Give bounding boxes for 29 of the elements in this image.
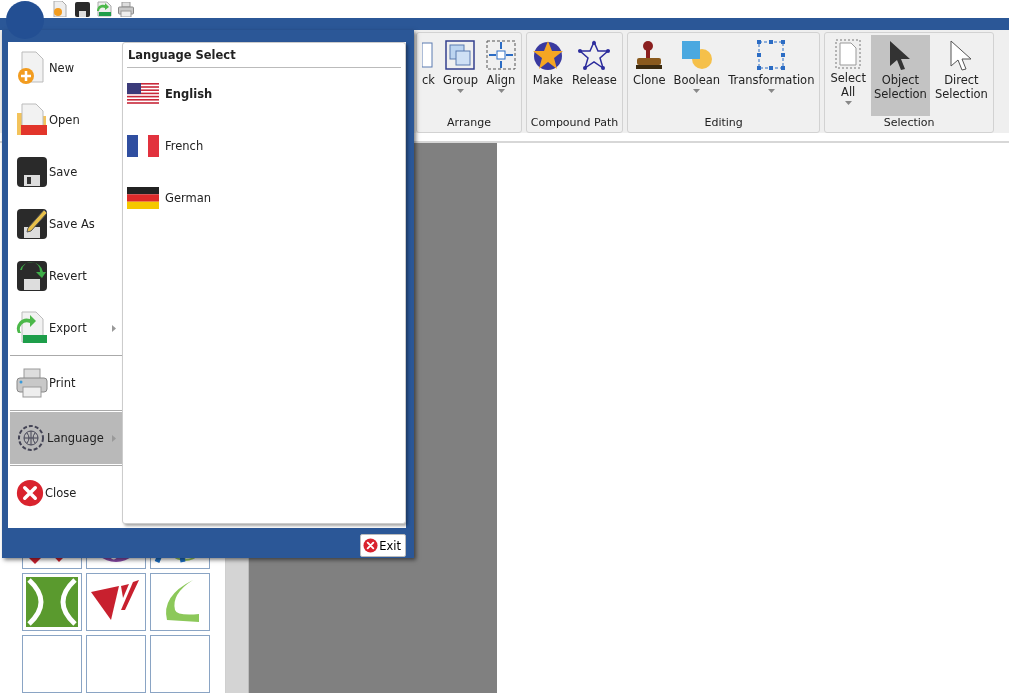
language-option[interactable]: English	[127, 68, 401, 120]
menu-item[interactable]: Save	[10, 146, 122, 198]
ribbon-button[interactable]: Direct Selection	[931, 34, 991, 116]
menu-item[interactable]: New	[10, 42, 122, 94]
group-label: Editing	[703, 115, 744, 131]
menu-item[interactable]: Open	[10, 94, 122, 146]
group-label: Selection	[882, 115, 936, 131]
menu-item[interactable]: Close	[10, 467, 122, 519]
ribbon-button[interactable]: Transformation	[725, 34, 818, 116]
menu-item[interactable]: Export	[10, 302, 122, 354]
language-option[interactable]: French	[127, 120, 401, 172]
submenu-title: Language Select	[127, 43, 401, 68]
ribbon-button[interactable]: Release	[569, 34, 620, 116]
ribbon-button[interactable]: Object Selection	[870, 34, 930, 116]
menu-item[interactable]: Print	[10, 357, 122, 409]
ribbon-button[interactable]: Select All	[827, 34, 869, 116]
group-label: Arrange	[446, 115, 492, 131]
ribbon-button[interactable]: ck	[419, 34, 438, 116]
exit-button[interactable]: Exit	[360, 534, 406, 557]
menu-item[interactable]: Language	[10, 412, 122, 464]
ribbon-button[interactable]: Clone	[629, 34, 669, 116]
menu-item[interactable]: Revert	[10, 250, 122, 302]
ribbon-button[interactable]: Boolean	[670, 34, 724, 116]
menu-item[interactable]: Save As	[10, 198, 122, 250]
language-option[interactable]: German	[127, 172, 401, 224]
ribbon-button[interactable]: Make	[529, 34, 567, 116]
group-label: Compound Path	[529, 115, 620, 131]
ribbon-button[interactable]: Group	[440, 34, 481, 116]
ribbon-button[interactable]: Align	[483, 34, 519, 116]
